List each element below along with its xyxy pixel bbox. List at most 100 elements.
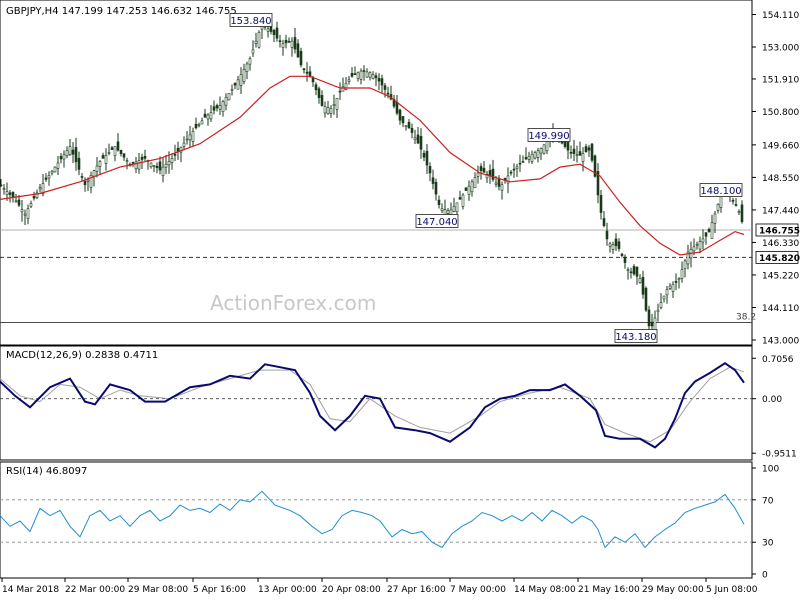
candle-body bbox=[330, 108, 332, 113]
candle-body bbox=[219, 106, 221, 110]
candle-body bbox=[354, 74, 356, 75]
candle-body bbox=[618, 242, 620, 249]
candle-body bbox=[513, 169, 515, 170]
candle-body bbox=[276, 28, 278, 38]
price-tick-label: 146.330 bbox=[762, 239, 799, 249]
candle-body bbox=[537, 151, 539, 158]
candle-body bbox=[372, 74, 374, 78]
candle-body bbox=[663, 296, 665, 299]
candle-body bbox=[12, 192, 14, 197]
rsi-tick-label: 100 bbox=[762, 465, 779, 475]
candle-body bbox=[165, 164, 167, 167]
candle-body bbox=[570, 152, 572, 153]
candle-body bbox=[492, 169, 494, 179]
candle-body bbox=[363, 71, 365, 72]
fib-label: 38.2 bbox=[736, 312, 756, 322]
candle-body bbox=[87, 180, 89, 181]
candle-body bbox=[648, 310, 650, 326]
candle-body bbox=[39, 188, 41, 189]
candle-body bbox=[516, 167, 518, 169]
forex-chart: GBPJPY,H4 147.199 147.253 146.632 146.75… bbox=[0, 0, 800, 600]
price-tick-label: 145.220 bbox=[762, 271, 799, 281]
candle-body bbox=[327, 107, 329, 113]
candle-body bbox=[195, 124, 197, 128]
candle-body bbox=[168, 161, 170, 165]
candle-body bbox=[651, 322, 653, 326]
macd-tick-label: -0.9511 bbox=[762, 450, 797, 460]
candle-body bbox=[279, 41, 281, 42]
candle-body bbox=[114, 147, 116, 156]
candle-body bbox=[174, 154, 176, 155]
candle-body bbox=[699, 242, 701, 249]
candle-body bbox=[210, 113, 212, 119]
candle-body bbox=[285, 40, 287, 43]
price-tag-label: 146.755 bbox=[759, 226, 800, 236]
candle-body bbox=[432, 178, 434, 184]
price-panel-header: GBPJPY,H4 147.199 147.253 146.632 146.75… bbox=[6, 6, 237, 17]
macd-tick-label: 0.7056 bbox=[762, 355, 794, 365]
support-tag-label: 145.820 bbox=[759, 254, 800, 264]
candle-body bbox=[273, 30, 275, 34]
candle-body bbox=[600, 195, 602, 212]
price-tick-label: 149.660 bbox=[762, 141, 799, 151]
candle-body bbox=[150, 163, 152, 167]
candle-body bbox=[408, 122, 410, 128]
candle-body bbox=[447, 211, 449, 214]
candle-body bbox=[417, 135, 419, 143]
candle-body bbox=[423, 153, 425, 157]
candle-body bbox=[345, 83, 347, 89]
candle-body bbox=[381, 79, 383, 86]
candle-body bbox=[66, 151, 68, 156]
candle-body bbox=[489, 170, 491, 176]
candle-body bbox=[339, 91, 341, 92]
candle-body bbox=[591, 144, 593, 160]
callout-label: 147.040 bbox=[416, 217, 457, 228]
candle-body bbox=[6, 192, 8, 195]
callout-label: 149.990 bbox=[528, 131, 569, 142]
rsi-panel: RSI(14) 46.8097 10070300 bbox=[0, 462, 779, 581]
candle-body bbox=[288, 41, 290, 42]
candle-body bbox=[579, 152, 581, 156]
candle-body bbox=[249, 59, 251, 64]
candle-body bbox=[105, 155, 107, 163]
candle-body bbox=[177, 148, 179, 151]
candle-body bbox=[333, 104, 335, 105]
price-tick-label: 143.000 bbox=[762, 337, 799, 347]
candle-body bbox=[111, 148, 113, 150]
callout-label: 143.180 bbox=[615, 332, 656, 343]
candle-body bbox=[324, 106, 326, 112]
time-tick-label: 21 May 16:00 bbox=[578, 585, 640, 595]
candle-body bbox=[702, 239, 704, 242]
time-tick-label: 5 Jun 08:00 bbox=[706, 585, 758, 595]
candle-body bbox=[162, 167, 164, 175]
candle-body bbox=[741, 205, 743, 222]
time-tick-label: 29 May 00:00 bbox=[642, 585, 704, 595]
candle-body bbox=[153, 165, 155, 166]
candle-body bbox=[684, 261, 686, 269]
time-tick-label: 27 Apr 16:00 bbox=[387, 585, 446, 595]
candle-body bbox=[255, 41, 257, 43]
candle-body bbox=[639, 278, 641, 282]
candle-body bbox=[9, 193, 11, 195]
time-tick-label: 20 Apr 08:00 bbox=[322, 585, 381, 595]
candle-body bbox=[27, 209, 29, 219]
watermark: ActionForex.com bbox=[210, 291, 376, 315]
candle-body bbox=[228, 93, 230, 100]
candle-body bbox=[501, 185, 503, 190]
time-tick-label: 22 Mar 00:00 bbox=[65, 585, 125, 595]
candle-body bbox=[297, 44, 299, 57]
candle-body bbox=[657, 310, 659, 312]
candle-body bbox=[711, 223, 713, 239]
candle-body bbox=[672, 284, 674, 291]
candle-body bbox=[15, 201, 17, 202]
price-panel: GBPJPY,H4 147.199 147.253 146.632 146.75… bbox=[0, 0, 800, 347]
candle-body bbox=[636, 267, 638, 276]
rsi-tick-label: 70 bbox=[762, 496, 774, 506]
candle-body bbox=[660, 303, 662, 308]
candle-body bbox=[84, 181, 86, 184]
candle-body bbox=[522, 161, 524, 162]
candle-body bbox=[189, 135, 191, 140]
time-tick-label: 5 Apr 16:00 bbox=[193, 585, 246, 595]
candle-body bbox=[708, 229, 710, 231]
candle-body bbox=[192, 131, 194, 141]
